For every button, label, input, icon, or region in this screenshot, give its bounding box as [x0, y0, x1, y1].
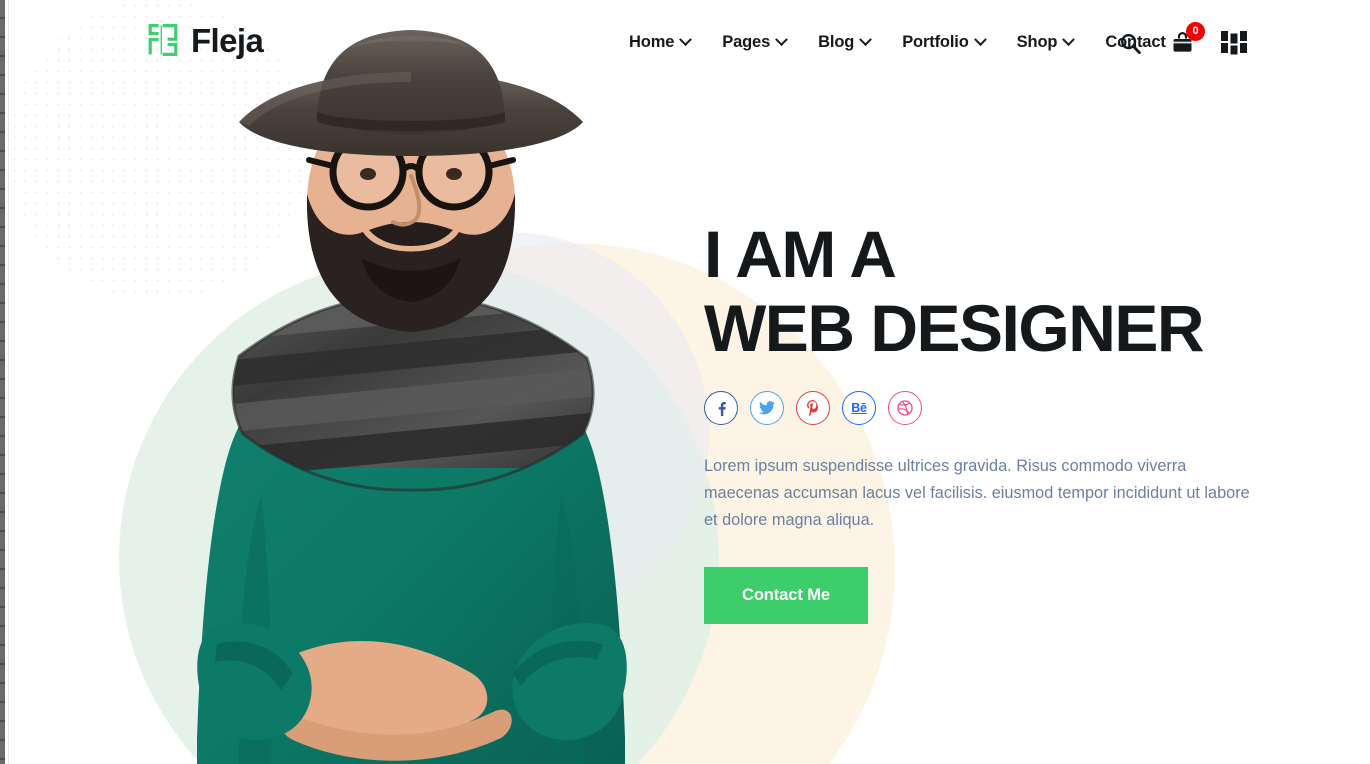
nav-item-home[interactable]: Home — [613, 33, 706, 52]
chevron-down-icon — [679, 33, 693, 47]
grid-menu-icon — [1221, 31, 1247, 55]
fleja-bracket-logo-icon — [148, 24, 178, 56]
social-link-pinterest[interactable] — [796, 391, 830, 426]
page-canvas: Fleja Home Pages Blog Portfolio Shop Con… — [9, 0, 1370, 764]
brand-logo[interactable]: Fleja — [146, 21, 264, 59]
page-title-line-2: WEB DESIGNER — [704, 290, 1205, 365]
nav-item-portfolio[interactable]: Portfolio — [886, 33, 1000, 52]
search-icon — [1120, 33, 1141, 54]
nav-item-blog[interactable]: Blog — [802, 33, 886, 52]
social-link-behance[interactable]: Bē — [842, 391, 876, 426]
dribbble-icon — [897, 400, 913, 416]
contact-me-button[interactable]: Contact Me — [704, 567, 868, 625]
pinterest-icon — [807, 400, 818, 417]
grid-menu-button[interactable] — [1217, 26, 1251, 60]
search-button[interactable] — [1113, 26, 1147, 60]
cart-count-badge: 0 — [1186, 22, 1205, 41]
chevron-down-icon — [859, 33, 873, 47]
hero-content: I AM A WEB DESIGNER Bē Lorem ipsum suspe… — [704, 217, 1264, 625]
hero-description: Lorem ipsum suspendisse ultrices gravida… — [704, 457, 1250, 530]
chevron-down-icon — [775, 33, 788, 47]
twitter-icon — [759, 401, 775, 415]
behance-icon: Bē — [851, 401, 867, 416]
nav-label: Shop — [1016, 33, 1058, 51]
nav-label: Home — [629, 33, 675, 51]
nav-item-shop[interactable]: Shop — [1001, 33, 1090, 52]
page-left-edge — [5, 0, 9, 764]
hero-portrait-image — [121, 26, 701, 764]
facebook-icon — [718, 401, 726, 416]
page-title-line-1: I AM A — [704, 217, 897, 291]
social-links: Bē — [704, 391, 1264, 426]
social-link-dribbble[interactable] — [888, 391, 922, 426]
social-link-facebook[interactable] — [704, 391, 738, 426]
window-scroll-strip[interactable] — [0, 0, 5, 764]
nav-label: Portfolio — [902, 33, 969, 51]
header-tools: 0 — [1113, 22, 1251, 60]
chevron-down-icon — [1062, 33, 1076, 47]
chevron-down-icon — [973, 33, 987, 47]
cart-button[interactable]: 0 — [1165, 22, 1205, 60]
main-navigation: Home Pages Blog Portfolio Shop Contact — [613, 33, 1182, 52]
brand-name: Fleja — [191, 21, 264, 59]
nav-label: Blog — [818, 33, 855, 51]
nav-label: Pages — [722, 33, 771, 51]
nav-item-pages[interactable]: Pages — [706, 33, 802, 52]
social-link-twitter[interactable] — [750, 391, 784, 426]
site-header: Fleja Home Pages Blog Portfolio Shop Con… — [9, 0, 1370, 92]
